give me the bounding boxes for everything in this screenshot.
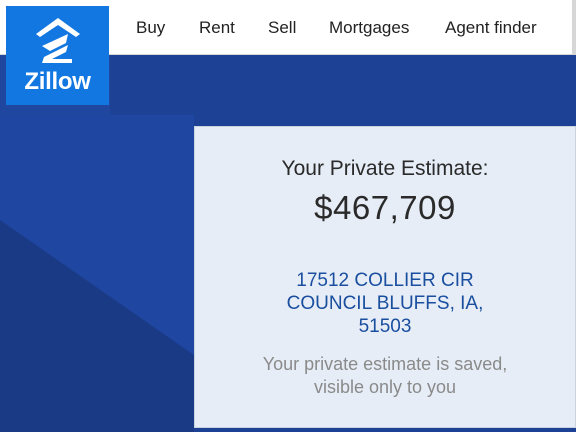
address-line-2[interactable]: COUNCIL BLUFFS, IA, xyxy=(195,292,575,315)
address-line-3[interactable]: 51503 xyxy=(195,315,575,338)
nav-rent[interactable]: Rent xyxy=(199,18,235,38)
zillow-logo-icon xyxy=(36,18,80,63)
nav-mortgages[interactable]: Mortgages xyxy=(329,18,409,38)
saved-note-line-1: Your private estimate is saved, xyxy=(262,354,508,374)
address-line-1[interactable]: 17512 COLLIER CIR xyxy=(195,269,575,292)
estimate-title: Your Private Estimate: xyxy=(281,157,489,180)
nav-agent-finder[interactable]: Agent finder xyxy=(445,18,537,38)
nav-divider xyxy=(572,0,576,55)
estimate-card: Your Private Estimate: $467,709 17512 CO… xyxy=(194,126,576,428)
estimate-value: $467,709 xyxy=(314,189,456,226)
saved-note-line-2: visible only to you xyxy=(313,377,457,397)
nav-sell[interactable]: Sell xyxy=(268,18,296,38)
nav-buy[interactable]: Buy xyxy=(136,18,165,38)
zillow-logo[interactable]: Zillow xyxy=(6,6,109,105)
logo-text: Zillow xyxy=(24,68,91,95)
